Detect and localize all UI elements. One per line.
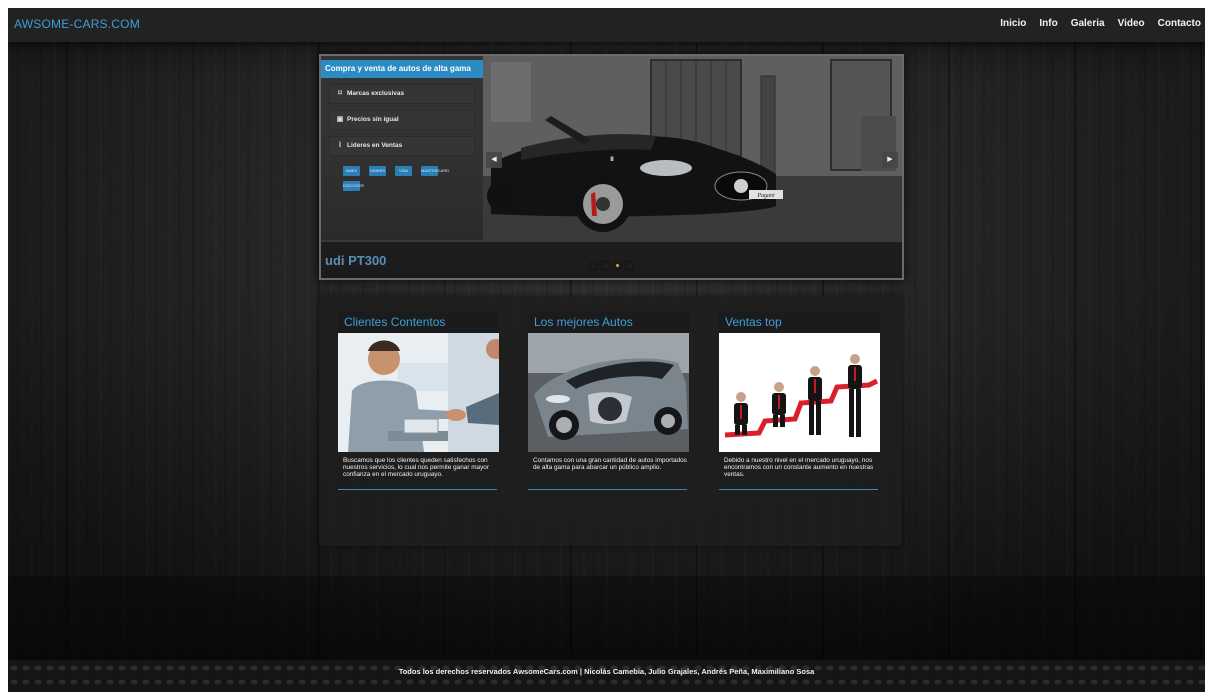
features-title: Compra y venta de autos de alta gama bbox=[321, 60, 483, 78]
money-icon: ▣ bbox=[336, 116, 344, 123]
column-title: Clientes Contentos bbox=[338, 311, 499, 333]
slide-caption-bar: udi PT300 bbox=[321, 242, 902, 278]
hero-slider: Pagani udi PT300 Compra y venta de autos… bbox=[319, 54, 904, 280]
slide-caption: udi PT300 bbox=[325, 253, 387, 268]
slider-dot-1[interactable] bbox=[589, 261, 598, 270]
main-nav: Inicio Info Galeria Video Contacto bbox=[1000, 18, 1201, 29]
feature-label: Lideres en Ventas bbox=[347, 142, 403, 149]
business-growth-photo bbox=[719, 333, 880, 452]
column-autos: Los mejores Autos Contamos con una gran … bbox=[528, 311, 689, 490]
visa-card-icon: VISA bbox=[395, 166, 412, 176]
discover-card-icon: DISCOVER bbox=[343, 181, 364, 191]
slider-prev-button[interactable]: ◀ bbox=[486, 152, 502, 168]
slider-dot-2[interactable] bbox=[601, 261, 610, 270]
feature-item-precios[interactable]: ▣ Precios sin igual bbox=[329, 110, 475, 130]
column-ventas: Ventas top Debido a nuestro nivel en el … bbox=[719, 311, 880, 490]
nav-link-inicio[interactable]: Inicio bbox=[1000, 18, 1026, 29]
nav-link-info[interactable]: Info bbox=[1039, 18, 1057, 29]
feature-item-marcas[interactable]: ⌑ Marcas exclusivas bbox=[329, 84, 475, 104]
slider-dot-3[interactable] bbox=[613, 261, 622, 270]
top-navbar: AWSOME-CARS.COM Inicio Info Galeria Vide… bbox=[8, 8, 1205, 42]
chevron-right-icon: ▶ bbox=[887, 156, 893, 163]
slider-next-button[interactable]: ▶ bbox=[882, 152, 898, 168]
column-text: Debido a nuestro nivel en el mercado uru… bbox=[719, 457, 878, 490]
sports-car-photo bbox=[528, 333, 689, 452]
footer-copyright: Todos los derechos reservados AwsomeCars… bbox=[398, 667, 815, 676]
nav-link-galeria[interactable]: Galeria bbox=[1071, 18, 1105, 29]
column-title: Ventas top bbox=[719, 311, 880, 333]
slider-dots bbox=[589, 261, 634, 270]
column-text: Contamos con una gran cantidad de autos … bbox=[528, 457, 687, 490]
feature-label: Precios sin igual bbox=[347, 116, 399, 123]
chevron-left-icon: ◀ bbox=[491, 156, 497, 163]
page: AWSOME-CARS.COM Inicio Info Galeria Vide… bbox=[8, 8, 1205, 692]
nav-link-video[interactable]: Video bbox=[1118, 18, 1145, 29]
column-clientes: Clientes Contentos Buscamos que los clie… bbox=[338, 311, 499, 490]
handshake-photo bbox=[338, 333, 499, 452]
slider-pause-button[interactable]: II bbox=[604, 152, 620, 168]
column-title: Los mejores Autos bbox=[528, 311, 689, 333]
features-section: Clientes Contentos Buscamos que los clie… bbox=[319, 296, 902, 546]
nav-link-contacto[interactable]: Contacto bbox=[1158, 18, 1201, 29]
pause-icon: II bbox=[610, 157, 614, 163]
site-logo[interactable]: AWSOME-CARS.COM bbox=[14, 17, 140, 31]
amex-card-icon: AMEX bbox=[343, 166, 360, 176]
column-text: Buscamos que los clientes queden satisfe… bbox=[338, 457, 497, 490]
feature-item-ventas[interactable]: ⌇ Lideres en Ventas bbox=[329, 136, 475, 156]
svg-text:Pagani: Pagani bbox=[756, 193, 775, 199]
footer-band bbox=[8, 576, 1205, 660]
footer: Todos los derechos reservados AwsomeCars… bbox=[8, 660, 1205, 692]
diners-card-icon: DINERS bbox=[369, 166, 386, 176]
feature-label: Marcas exclusivas bbox=[347, 90, 405, 97]
payment-cards: AMEX DINERS VISA MASTERCARD DISCOVER bbox=[343, 166, 453, 191]
bookmark-icon: ⌑ bbox=[338, 90, 342, 97]
slider-dot-4[interactable] bbox=[625, 261, 634, 270]
mastercard-icon: MASTERCARD bbox=[421, 166, 449, 176]
chart-icon: ⌇ bbox=[338, 142, 342, 149]
features-panel: Compra y venta de autos de alta gama ⌑ M… bbox=[321, 56, 483, 240]
